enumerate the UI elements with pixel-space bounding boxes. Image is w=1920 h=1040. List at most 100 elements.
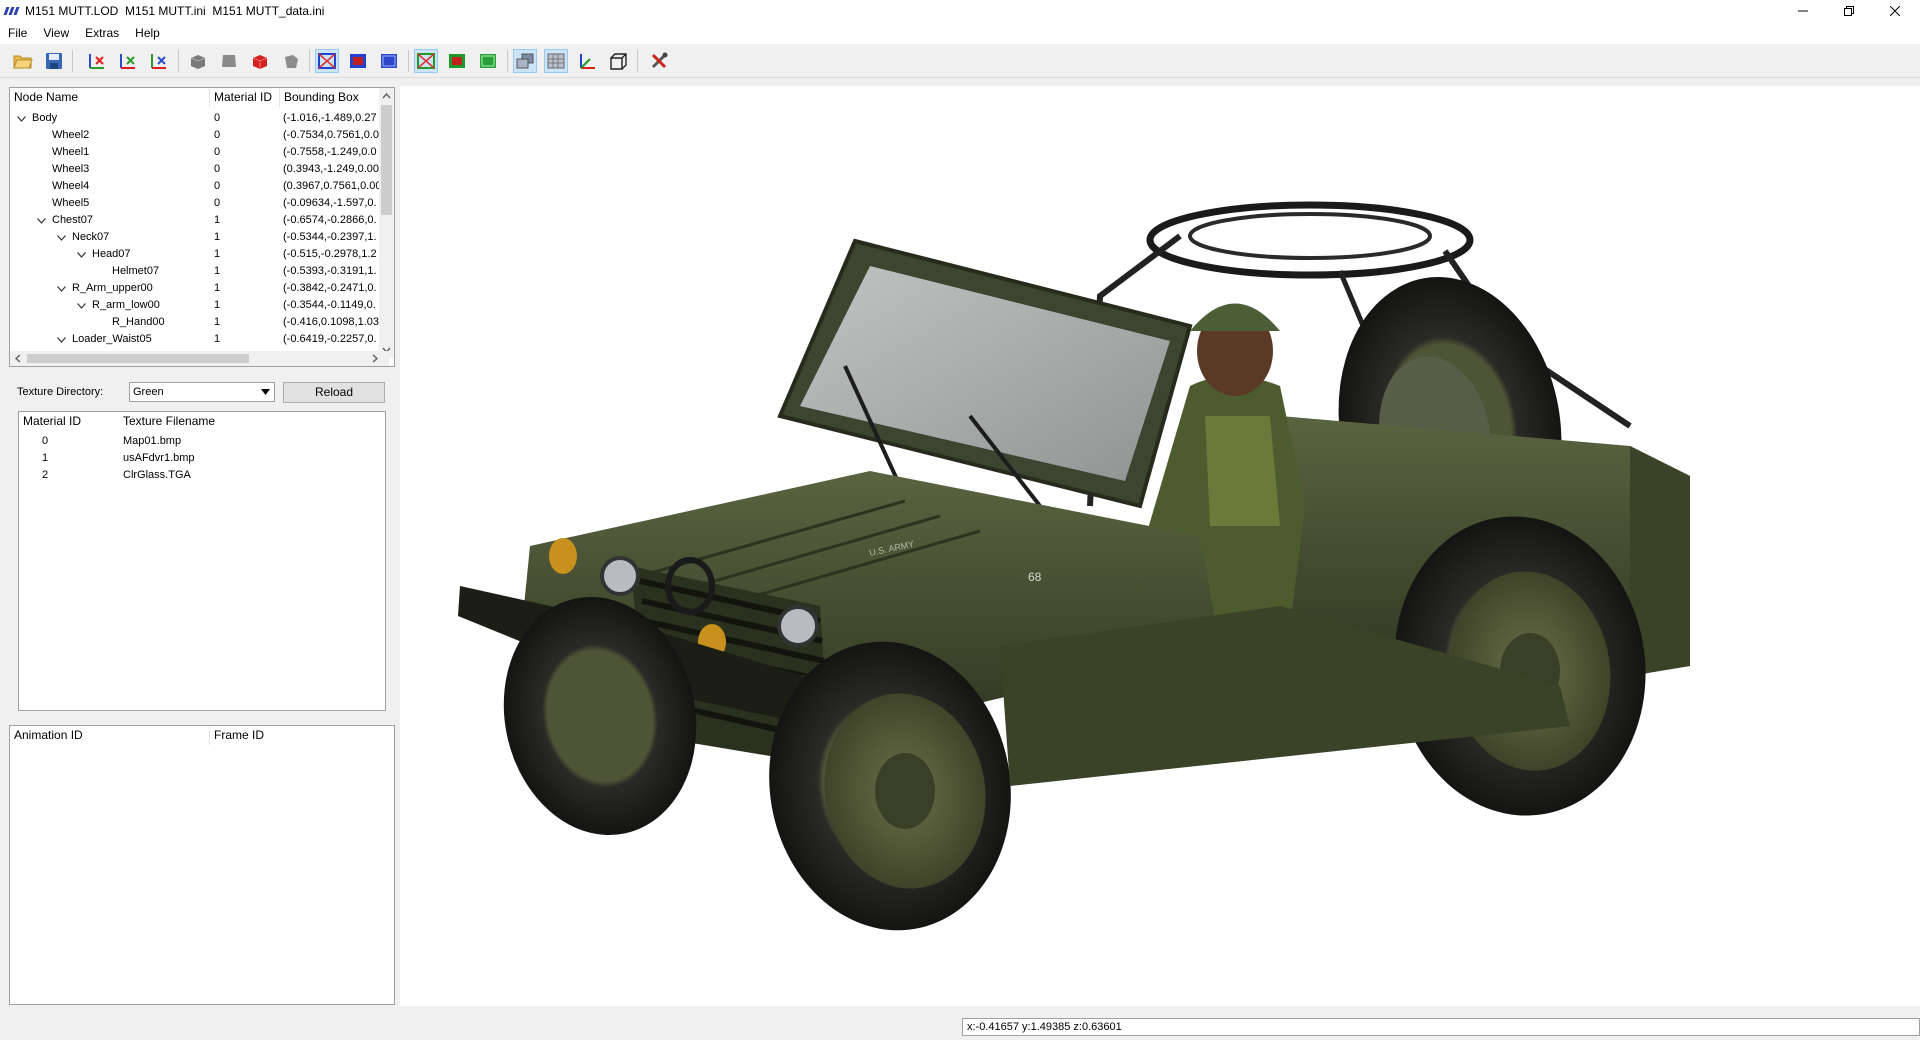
rotate-x-icon[interactable]: [85, 49, 109, 73]
tree-row[interactable]: Head07 1 (-0.515,-0.2978,1.2: [10, 246, 380, 263]
chevron-down-icon[interactable]: [36, 212, 46, 229]
texture-row[interactable]: 1 usAFdvr1.bmp: [19, 450, 385, 467]
texture-table: Material ID Texture Filename 0 Map01.bmp 1…: [18, 411, 386, 711]
col-bounding-box[interactable]: Bounding Box: [280, 88, 380, 107]
scroll-thumb-horizontal[interactable]: [27, 354, 249, 363]
tree-row[interactable]: Chest07 1 (-0.6574,-0.2866,0.: [10, 212, 380, 229]
node-bounding-box: (-0.3544,-0.1149,0.: [283, 299, 376, 311]
tree-row[interactable]: Wheel2 0 (-0.7534,0.7561,0.0: [10, 127, 380, 144]
node-name: Wheel5: [52, 197, 90, 209]
texture-row[interactable]: 0 Map01.bmp: [19, 433, 385, 450]
blue-box-icon[interactable]: [377, 49, 401, 73]
rotate-z-icon[interactable]: [147, 49, 171, 73]
tree-row[interactable]: R_Hand00 1 (-0.416,0.1098,1.03: [10, 314, 380, 331]
menu-view[interactable]: View: [35, 26, 77, 40]
grid-icon[interactable]: [544, 49, 568, 73]
col-animation-id[interactable]: Animation ID: [10, 726, 210, 745]
texture-directory-label: Texture Directory:: [17, 386, 104, 398]
save-icon[interactable]: [42, 49, 66, 73]
node-material-id: 0: [214, 163, 221, 175]
grey-shape-icon[interactable]: [279, 49, 303, 73]
node-name: Wheel4: [52, 180, 90, 192]
col-frame-id[interactable]: Frame ID: [210, 726, 394, 745]
tree-row[interactable]: Neck07 1 (-0.5344,-0.2397,1.: [10, 229, 380, 246]
red-cube-icon[interactable]: [248, 49, 272, 73]
node-material-id: 1: [214, 231, 221, 243]
col-texture-filename[interactable]: Texture Filename: [119, 412, 319, 431]
vertical-scrollbar[interactable]: [379, 88, 394, 358]
menu-help[interactable]: Help: [127, 26, 168, 40]
scroll-thumb[interactable]: [381, 105, 392, 215]
chevron-down-icon[interactable]: [56, 331, 66, 348]
tree-row[interactable]: Helmet07 1 (-0.5393,-0.3191,1.: [10, 263, 380, 280]
col-texture-material-id[interactable]: Material ID: [19, 412, 119, 431]
node-bounding-box: (-0.6419,-0.2257,0.: [283, 333, 377, 345]
chevron-down-icon[interactable]: [56, 229, 66, 246]
node-material-id: 1: [214, 333, 221, 345]
tools-icon[interactable]: [648, 49, 672, 73]
texture-filename: usAFdvr1.bmp: [123, 452, 195, 464]
3d-viewport[interactable]: U.S. ARMY 68 ★ ★: [400, 86, 1920, 1006]
layers-icon[interactable]: [513, 49, 537, 73]
chevron-down-icon[interactable]: [16, 110, 26, 127]
node-bounding-box: (-0.416,0.1098,1.03: [283, 316, 379, 328]
open-folder-icon[interactable]: [11, 49, 35, 73]
blue-solid-cube-icon[interactable]: [346, 49, 370, 73]
node-material-id: 1: [214, 214, 221, 226]
tree-row[interactable]: Loader_Waist05 1 (-0.6419,-0.2257,0.: [10, 331, 380, 348]
blue-wire-cube-icon[interactable]: [315, 49, 339, 73]
node-material-id: 1: [214, 299, 221, 311]
scroll-right-icon: [372, 354, 379, 363]
window-title: M151 MUTT.LOD M151 MUTT.ini M151 MUTT_da…: [25, 4, 325, 18]
chevron-down-icon[interactable]: [76, 297, 86, 314]
node-material-id: 1: [214, 282, 221, 294]
scroll-left-icon: [14, 354, 21, 363]
texture-material-id: 1: [42, 452, 49, 464]
minimize-icon: [1798, 10, 1808, 12]
coordinates-readout: x:-0.41657 y:1.49385 z:0.63601: [962, 1018, 1920, 1036]
green-box-icon[interactable]: [476, 49, 500, 73]
node-bounding-box: (0.3967,0.7561,0.00: [283, 180, 379, 192]
dropdown-arrow-icon: [261, 389, 270, 395]
close-button[interactable]: [1872, 0, 1918, 22]
app-icon: [3, 7, 20, 15]
node-bounding-box: (-0.7534,0.7561,0.0: [283, 129, 379, 141]
chevron-down-icon[interactable]: [56, 280, 66, 297]
tree-row[interactable]: Wheel5 0 (-0.09634,-1.597,0.: [10, 195, 380, 212]
node-bounding-box: (-0.6574,-0.2866,0.: [283, 214, 377, 226]
node-material-id: 1: [214, 316, 221, 328]
node-material-id: 0: [214, 180, 221, 192]
reload-button[interactable]: Reload: [283, 382, 385, 403]
node-material-id: 1: [214, 248, 221, 260]
green-wire-cube-icon[interactable]: [414, 49, 438, 73]
node-name: Wheel3: [52, 163, 90, 175]
wire-box-icon[interactable]: [606, 49, 630, 73]
tree-row[interactable]: R_arm_low00 1 (-0.3544,-0.1149,0.: [10, 297, 380, 314]
grey-box-icon[interactable]: [217, 49, 241, 73]
texture-filename: Map01.bmp: [123, 435, 182, 447]
tree-row[interactable]: Wheel1 0 (-0.7558,-1.249,0.0: [10, 144, 380, 161]
bumper-number: 68: [1028, 570, 1042, 584]
tree-row[interactable]: R_Arm_upper00 1 (-0.3842,-0.2471,0.: [10, 280, 380, 297]
horizontal-scrollbar[interactable]: [10, 351, 389, 366]
node-name: Head07: [92, 248, 131, 260]
grey-cube-icon[interactable]: [186, 49, 210, 73]
minimize-button[interactable]: [1780, 0, 1826, 22]
menu-file[interactable]: File: [0, 26, 35, 40]
green-red-cube-icon[interactable]: [445, 49, 469, 73]
tree-row[interactable]: Wheel3 0 (0.3943,-1.249,0.00: [10, 161, 380, 178]
node-name: Body: [32, 112, 58, 124]
axes-icon[interactable]: [575, 49, 599, 73]
chevron-down-icon[interactable]: [76, 246, 86, 263]
menu-extras[interactable]: Extras: [77, 26, 127, 40]
col-node-name[interactable]: Node Name: [10, 88, 210, 107]
node-name: R_Hand00: [112, 316, 165, 328]
close-icon: [1890, 6, 1900, 16]
rotate-y-icon[interactable]: [116, 49, 140, 73]
tree-row[interactable]: Wheel4 0 (0.3967,0.7561,0.00: [10, 178, 380, 195]
col-material-id[interactable]: Material ID: [210, 88, 280, 107]
texture-row[interactable]: 2 ClrGlass.TGA: [19, 467, 385, 484]
restore-button[interactable]: [1826, 0, 1872, 22]
texture-directory-select[interactable]: Green: [129, 382, 275, 402]
tree-row[interactable]: Body 0 (-1.016,-1.489,0.27: [10, 110, 380, 127]
